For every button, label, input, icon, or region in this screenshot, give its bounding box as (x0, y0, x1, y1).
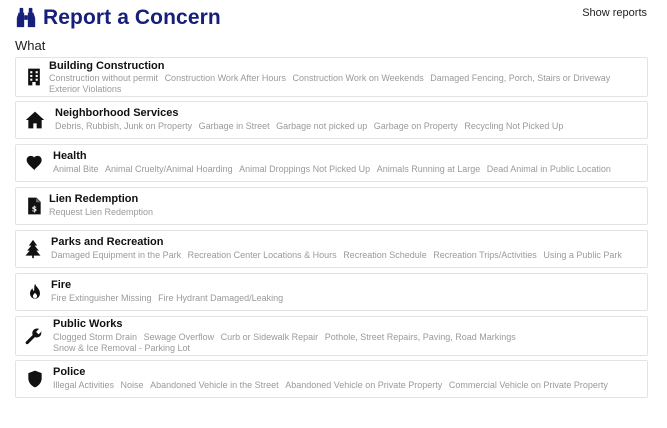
category-title: Health (53, 150, 87, 162)
subcategory-link[interactable]: Animals Running at Large (377, 164, 481, 175)
subcategory-link[interactable]: Pothole, Street Repairs, Paving, Road Ma… (325, 332, 516, 343)
category-items: Damaged Equipment in the Park Recreation… (51, 250, 626, 261)
category-fire[interactable]: Fire Fire Extinguisher Missing Fire Hydr… (15, 273, 648, 311)
category-title: Police (53, 366, 86, 378)
subcategory-link[interactable]: Construction without permit (49, 73, 158, 84)
category-items: Clogged Storm Drain Sewage Overflow Curb… (53, 332, 628, 354)
page-header: Report a Concern (15, 6, 221, 30)
subcategory-link[interactable]: Exterior Violations (49, 84, 121, 95)
subcategory-link[interactable]: Animal Cruelty/Animal Hoarding (105, 164, 233, 175)
subcategory-link[interactable]: Abandoned Vehicle in the Street (150, 380, 279, 391)
category-parks-and-recreation[interactable]: Parks and Recreation Damaged Equipment i… (15, 230, 648, 268)
subcategory-link[interactable]: Debris, Rubbish, Junk on Property (55, 121, 192, 132)
category-items: Construction without permit Construction… (49, 73, 624, 95)
fire-icon (25, 282, 45, 302)
subcategory-link[interactable]: Noise (121, 380, 144, 391)
category-title: Fire (51, 279, 72, 291)
category-public-works[interactable]: Public Works Clogged Storm Drain Sewage … (15, 316, 648, 356)
section-label-what: What (15, 38, 46, 53)
category-items: Debris, Rubbish, Junk on Property Garbag… (55, 121, 630, 132)
house-icon (25, 110, 45, 130)
subcategory-link[interactable]: Garbage on Property (374, 121, 458, 132)
subcategory-link[interactable]: Dead Animal in Public Location (487, 164, 611, 175)
wrench-icon (24, 326, 44, 346)
category-items: Illegal Activities Noise Abandoned Vehic… (53, 380, 628, 391)
subcategory-link[interactable]: Recreation Trips/Activities (433, 250, 537, 261)
subcategory-link[interactable]: Construction Work on Weekends (292, 73, 423, 84)
subcategory-link[interactable]: Illegal Activities (53, 380, 114, 391)
subcategory-link[interactable]: Fire Extinguisher Missing (51, 293, 152, 304)
subcategory-link[interactable]: Request Lien Redemption (49, 207, 153, 218)
subcategory-link[interactable]: Damaged Equipment in the Park (51, 250, 181, 261)
subcategory-link[interactable]: Snow & Ice Removal - Parking Lot (53, 343, 190, 354)
category-health[interactable]: Health Animal Bite Animal Cruelty/Animal… (15, 144, 648, 182)
subcategory-link[interactable]: Recreation Center Locations & Hours (188, 250, 337, 261)
category-police[interactable]: Police Illegal Activities Noise Abandone… (15, 360, 648, 398)
category-title: Building Construction (49, 60, 165, 72)
subcategory-link[interactable]: Commercial Vehicle on Private Property (449, 380, 608, 391)
tree-icon (23, 239, 43, 259)
subcategory-link[interactable]: Animal Droppings Not Picked Up (239, 164, 370, 175)
category-neighborhood-services[interactable]: Neighborhood Services Debris, Rubbish, J… (15, 101, 648, 139)
subcategory-link[interactable]: Garbage in Street (199, 121, 270, 132)
shield-icon (25, 369, 45, 389)
invoice-dollar-icon: $ (24, 196, 44, 216)
building-icon (24, 67, 44, 87)
category-lien-redemption[interactable]: $ Lien Redemption Request Lien Redemptio… (15, 187, 648, 225)
subcategory-link[interactable]: Garbage not picked up (276, 121, 367, 132)
category-items: Animal Bite Animal Cruelty/Animal Hoardi… (53, 164, 628, 175)
subcategory-link[interactable]: Recycling Not Picked Up (464, 121, 563, 132)
page-title: Report a Concern (43, 6, 221, 29)
subcategory-link[interactable]: Clogged Storm Drain (53, 332, 137, 343)
subcategory-link[interactable]: Abandoned Vehicle on Private Property (285, 380, 442, 391)
subcategory-link[interactable]: Curb or Sidewalk Repair (221, 332, 319, 343)
show-reports-link[interactable]: Show reports (582, 7, 647, 19)
category-building-construction[interactable]: Building Construction Construction witho… (15, 57, 648, 97)
category-title: Public Works (53, 318, 123, 330)
heart-icon (25, 153, 45, 173)
category-items: Request Lien Redemption (49, 207, 624, 218)
subcategory-link[interactable]: Fire Hydrant Damaged/Leaking (158, 293, 283, 304)
subcategory-link[interactable]: Sewage Overflow (144, 332, 215, 343)
category-items: Fire Extinguisher Missing Fire Hydrant D… (51, 293, 626, 304)
svg-text:$: $ (32, 204, 37, 213)
subcategory-link[interactable]: Construction Work After Hours (165, 73, 286, 84)
subcategory-link[interactable]: Damaged Fencing, Porch, Stairs or Drivew… (430, 73, 610, 84)
category-title: Neighborhood Services (55, 107, 179, 119)
category-title: Parks and Recreation (51, 236, 164, 248)
subcategory-link[interactable]: Recreation Schedule (343, 250, 427, 261)
subcategory-link[interactable]: Animal Bite (53, 164, 99, 175)
subcategory-link[interactable]: Using a Public Park (543, 250, 622, 261)
binoculars-icon (15, 7, 37, 29)
category-title: Lien Redemption (49, 193, 139, 205)
